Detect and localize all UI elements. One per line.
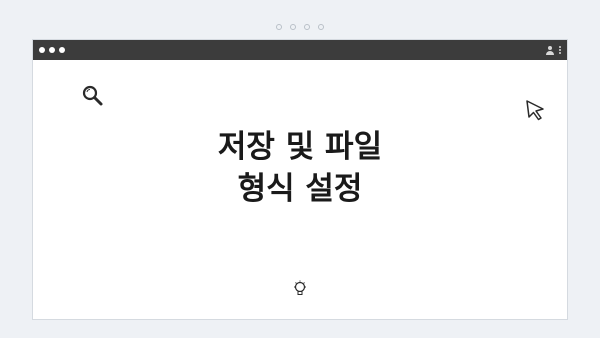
maximize-button[interactable] bbox=[59, 47, 65, 53]
carousel-dot[interactable] bbox=[276, 24, 282, 30]
user-icon[interactable] bbox=[546, 45, 554, 55]
window-controls bbox=[39, 47, 65, 53]
title-line-2: 형식 설정 bbox=[237, 171, 363, 207]
title-line-1: 저장 및 파일 bbox=[217, 129, 383, 165]
page-title: 저장 및 파일 형식 설정 bbox=[33, 126, 567, 210]
lightbulb-icon bbox=[294, 280, 306, 295]
carousel-dot[interactable] bbox=[304, 24, 310, 30]
carousel-dot[interactable] bbox=[318, 24, 324, 30]
browser-window: 저장 및 파일 형식 설정 bbox=[32, 39, 568, 320]
carousel-dots bbox=[0, 24, 600, 30]
kebab-menu-icon[interactable] bbox=[559, 46, 561, 54]
window-titlebar bbox=[33, 40, 567, 60]
titlebar-actions bbox=[546, 45, 561, 55]
close-button[interactable] bbox=[39, 47, 45, 53]
cursor-icon bbox=[526, 100, 544, 121]
search-icon bbox=[82, 85, 103, 106]
minimize-button[interactable] bbox=[49, 47, 55, 53]
carousel-dot[interactable] bbox=[290, 24, 296, 30]
